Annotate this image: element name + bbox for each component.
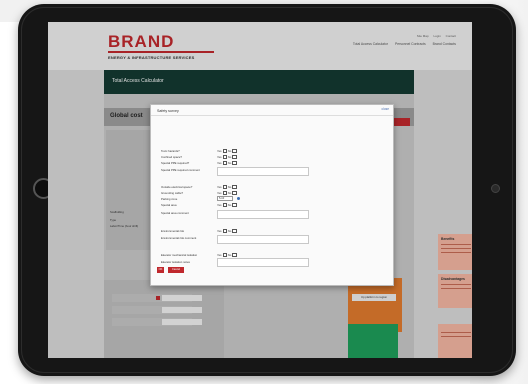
question-label: Outside electrical space?	[161, 185, 193, 189]
yes-no-toggle[interactable]: Yes No	[217, 253, 238, 258]
camera-icon	[491, 184, 500, 193]
info-icon[interactable]	[237, 197, 240, 200]
comment-textbox[interactable]	[217, 258, 309, 267]
comment-textbox[interactable]	[217, 210, 309, 219]
question-label: Special PPE required comment	[161, 168, 200, 172]
question-label: Environmental risk comment	[161, 236, 197, 240]
question-label: Confined space?	[161, 155, 182, 159]
ok-button[interactable]: OK	[157, 267, 164, 273]
parking-select[interactable]: 5-10	[217, 196, 233, 201]
safety-survey-modal: Safety survey close Toxic hazards? Yes No…	[150, 104, 394, 286]
question-label: Environmental risk	[161, 229, 185, 233]
yes-no-toggle[interactable]: Yes No	[217, 161, 238, 166]
question-label: Grounding cable?	[161, 191, 184, 195]
question-label: Special area	[161, 203, 177, 207]
question-label: Toxic hazards?	[161, 149, 180, 153]
yes-no-toggle[interactable]: Yes No	[217, 191, 238, 196]
modal-title: Safety survey	[157, 109, 179, 113]
cancel-button[interactable]: Cancel	[168, 267, 184, 273]
comment-textbox[interactable]	[217, 167, 309, 176]
comment-textbox[interactable]	[217, 235, 309, 244]
question-label: Elevator isolation notes	[161, 260, 190, 264]
yes-no-toggle[interactable]: Yes No	[217, 203, 238, 208]
yes-no-toggle[interactable]: Yes No	[217, 155, 238, 160]
question-label: Elevator mechanical isolation	[161, 253, 198, 257]
yes-no-toggle[interactable]: Yes No	[217, 229, 238, 234]
tablet-screen: BRAND ENERGY & INFRASTRUCTURE SERVICES S…	[48, 22, 472, 358]
yes-no-toggle[interactable]: Yes No	[217, 149, 238, 154]
question-label: Special PPE required?	[161, 161, 190, 165]
question-label: Special area comment	[161, 211, 189, 215]
question-label: Parking zone	[161, 197, 178, 201]
yes-no-toggle[interactable]: Yes No	[217, 185, 238, 190]
modal-close-button[interactable]: close	[382, 107, 389, 111]
modal-divider	[151, 115, 393, 116]
